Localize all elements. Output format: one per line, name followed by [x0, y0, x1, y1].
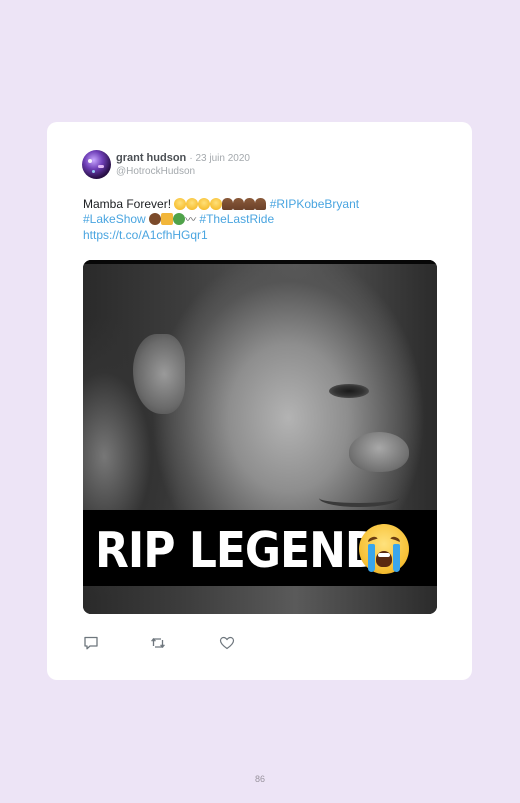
folded-hands-icon [222, 198, 234, 210]
retweet-button[interactable] [150, 635, 166, 651]
page-number: 86 [254, 774, 265, 784]
reply-button[interactable] [83, 635, 99, 651]
folded-hands-icon [233, 198, 245, 210]
smiling-face-icon [210, 198, 223, 210]
smiling-face-icon [198, 198, 211, 210]
smiling-face-icon [186, 198, 199, 210]
heart-icon [219, 636, 235, 650]
hashtag-ripkobebryant[interactable]: #RIPKobeBryant [270, 197, 359, 211]
tweet-media-gif[interactable]: RIP LEGEND [83, 260, 437, 614]
hashtag-lakeshow[interactable]: #LakeShow [83, 212, 146, 226]
user-handle[interactable]: @HotrockHudson [116, 166, 195, 177]
wavy-dash-icon: 〰 [185, 214, 197, 226]
loudly-crying-face-icon [359, 524, 409, 574]
folded-hands-icon [244, 198, 256, 210]
person-head-icon [149, 213, 162, 225]
tweet-text: Mamba Forever! #RIPKobeBryant #LakeShow … [83, 197, 428, 243]
tweet-card: grant hudson · 23 juin 2020 @HotrockHuds… [47, 122, 472, 680]
retweet-icon [151, 638, 165, 648]
tweet-date[interactable]: · 23 juin 2020 [189, 153, 250, 164]
media-caption: RIP LEGEND [95, 522, 381, 580]
reply-icon [84, 636, 98, 650]
tweet-link[interactable]: https://t.co/A1cfhHGqr1 [83, 228, 208, 242]
tweet-actions [83, 635, 283, 651]
avatar[interactable] [82, 150, 111, 179]
tweet-header: grant hudson · 23 juin 2020 [116, 152, 250, 164]
smiling-face-icon [174, 198, 187, 210]
hashtag-thelastride[interactable]: #TheLastRide [199, 212, 274, 226]
tweet-text-intro: Mamba Forever! [83, 197, 175, 211]
folded-hands-icon [255, 198, 267, 210]
like-button[interactable] [219, 635, 235, 651]
crown-icon [161, 213, 174, 225]
snake-icon [173, 213, 186, 225]
display-name[interactable]: grant hudson [116, 152, 186, 164]
